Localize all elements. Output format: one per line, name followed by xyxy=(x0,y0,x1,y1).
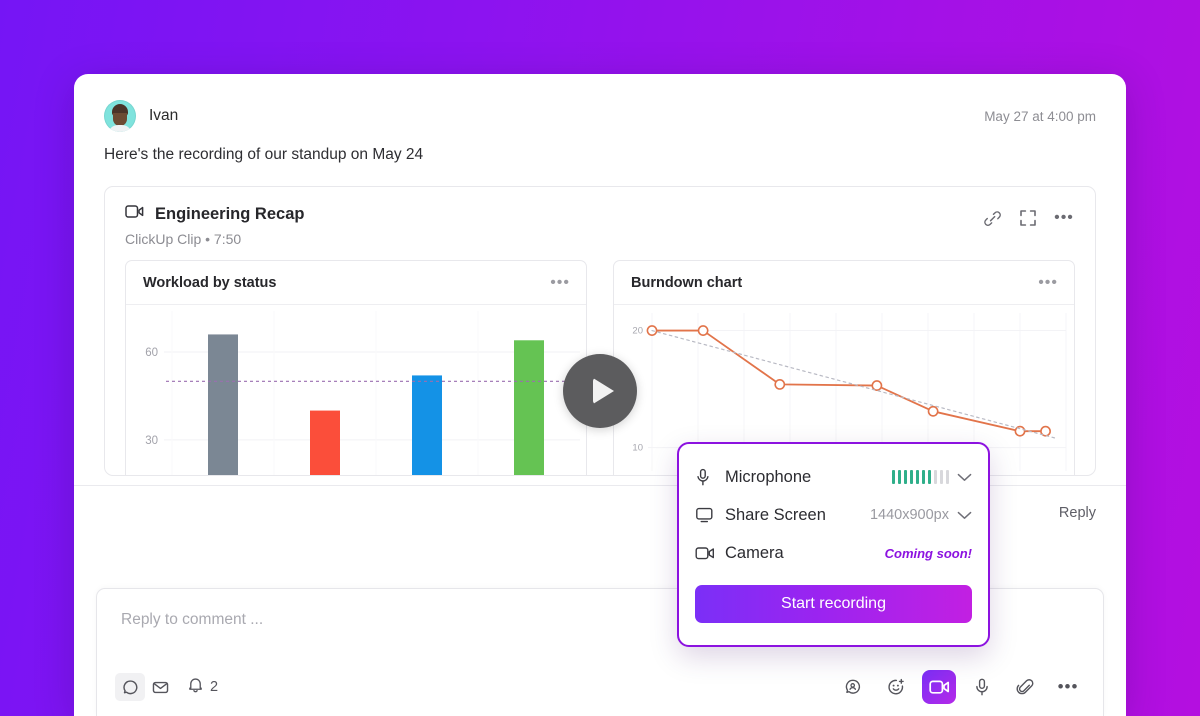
popup-label-microphone: Microphone xyxy=(725,467,812,486)
play-button[interactable] xyxy=(563,354,637,428)
level-bar xyxy=(933,470,937,484)
bar xyxy=(514,340,544,475)
clip-embed-card[interactable]: Engineering Recap ClickUp Clip • 7:50 ••… xyxy=(104,186,1096,476)
popup-value-microphone xyxy=(891,470,973,484)
popup-label-camera: Camera xyxy=(725,543,784,562)
level-bar xyxy=(945,470,949,484)
start-recording-button[interactable]: Start recording xyxy=(695,585,972,623)
add-reaction-icon[interactable] xyxy=(879,670,913,704)
popup-row-share-screen[interactable]: Share Screen 1440x900px xyxy=(695,496,972,534)
popup-row-camera: Camera Coming soon! xyxy=(695,534,972,572)
data-point xyxy=(697,325,709,336)
clip-header: Engineering Recap ClickUp Clip • 7:50 ••… xyxy=(105,187,1095,260)
chart-title: Burndown chart xyxy=(631,275,743,291)
svg-text:20: 20 xyxy=(632,326,643,337)
email-tab-icon[interactable] xyxy=(145,673,175,701)
recording-popup: Microphone Share Screen 1440x900px Camer… xyxy=(677,442,990,647)
chevron-down-icon[interactable] xyxy=(957,473,972,482)
avatar[interactable] xyxy=(104,100,136,132)
bar xyxy=(310,410,340,475)
level-bar xyxy=(903,470,907,484)
chevron-down-icon[interactable] xyxy=(957,511,972,520)
microphone-icon xyxy=(695,468,721,487)
screen-resolution-value: 1440x900px xyxy=(869,507,949,523)
level-bar xyxy=(927,470,931,484)
clip-title: Engineering Recap xyxy=(155,204,305,223)
clip-actions: ••• xyxy=(981,204,1075,229)
notification-count: 2 xyxy=(210,679,219,695)
comment-author: Ivan xyxy=(149,107,179,124)
popup-value-camera: Coming soon! xyxy=(885,546,972,561)
chart-more-icon[interactable]: ••• xyxy=(550,275,570,291)
chart-body-workload: 30 60 xyxy=(126,305,586,475)
svg-text:60: 60 xyxy=(145,347,158,359)
level-bar xyxy=(939,470,943,484)
comment-body-text: Here's the recording of our standup on M… xyxy=(104,146,424,163)
mention-icon[interactable] xyxy=(836,670,870,704)
clip-subtitle: ClickUp Clip • 7:50 xyxy=(125,231,242,247)
chart-header-burndown: Burndown chart ••• xyxy=(614,261,1074,305)
composer-more-icon[interactable]: ••• xyxy=(1051,670,1085,704)
comment-tab-icon[interactable] xyxy=(115,673,145,701)
level-bar xyxy=(909,470,913,484)
bar xyxy=(412,375,442,475)
notifications-toggle[interactable]: 2 xyxy=(187,676,218,698)
popup-value-share-screen: 1440x900px xyxy=(870,507,972,523)
audio-level-meter xyxy=(891,470,949,484)
popup-label-share-screen: Share Screen xyxy=(725,505,826,524)
coming-soon-badge: Coming soon! xyxy=(884,545,972,561)
attachment-icon[interactable] xyxy=(1008,670,1042,704)
comment-header: Ivan May 27 at 4:00 pm xyxy=(74,74,1126,132)
level-bar xyxy=(897,470,901,484)
data-point xyxy=(871,380,883,391)
comment-timestamp: May 27 at 4:00 pm xyxy=(984,108,1096,124)
clip-title-block: Engineering Recap ClickUp Clip • 7:50 xyxy=(125,204,981,248)
chart-more-icon[interactable]: ••• xyxy=(1038,275,1058,291)
composer-right-tools: ••• xyxy=(836,670,1085,704)
link-icon[interactable] xyxy=(981,207,1003,229)
bar xyxy=(208,334,238,475)
reply-button[interactable]: Reply xyxy=(1059,505,1096,521)
svg-text:10: 10 xyxy=(632,443,643,454)
series-line xyxy=(651,329,1047,433)
composer-left-tools: 2 xyxy=(115,673,218,701)
data-point xyxy=(927,405,939,417)
level-bar xyxy=(891,470,895,484)
chart-title: Workload by status xyxy=(143,275,277,291)
data-point xyxy=(774,378,786,390)
svg-text:30: 30 xyxy=(145,435,158,447)
record-clip-button[interactable] xyxy=(922,670,956,704)
camera-icon xyxy=(695,545,721,561)
popup-row-microphone[interactable]: Microphone xyxy=(695,458,972,496)
bell-icon xyxy=(187,676,204,698)
monitor-icon xyxy=(695,506,721,524)
clip-more-icon[interactable]: ••• xyxy=(1053,207,1075,229)
composer-toolbar: 2 ••• xyxy=(97,658,1103,716)
expand-icon[interactable] xyxy=(1017,207,1039,229)
microphone-icon[interactable] xyxy=(965,670,999,704)
bar-chart-svg: 30 60 xyxy=(145,311,580,475)
chart-header-workload: Workload by status ••• xyxy=(126,261,586,305)
chart-panel-workload: Workload by status ••• 30 60 xyxy=(125,260,587,475)
avatar-body xyxy=(108,125,132,132)
play-icon xyxy=(592,378,614,404)
video-icon xyxy=(125,204,144,224)
level-bar xyxy=(915,470,919,484)
level-bar xyxy=(921,470,925,484)
